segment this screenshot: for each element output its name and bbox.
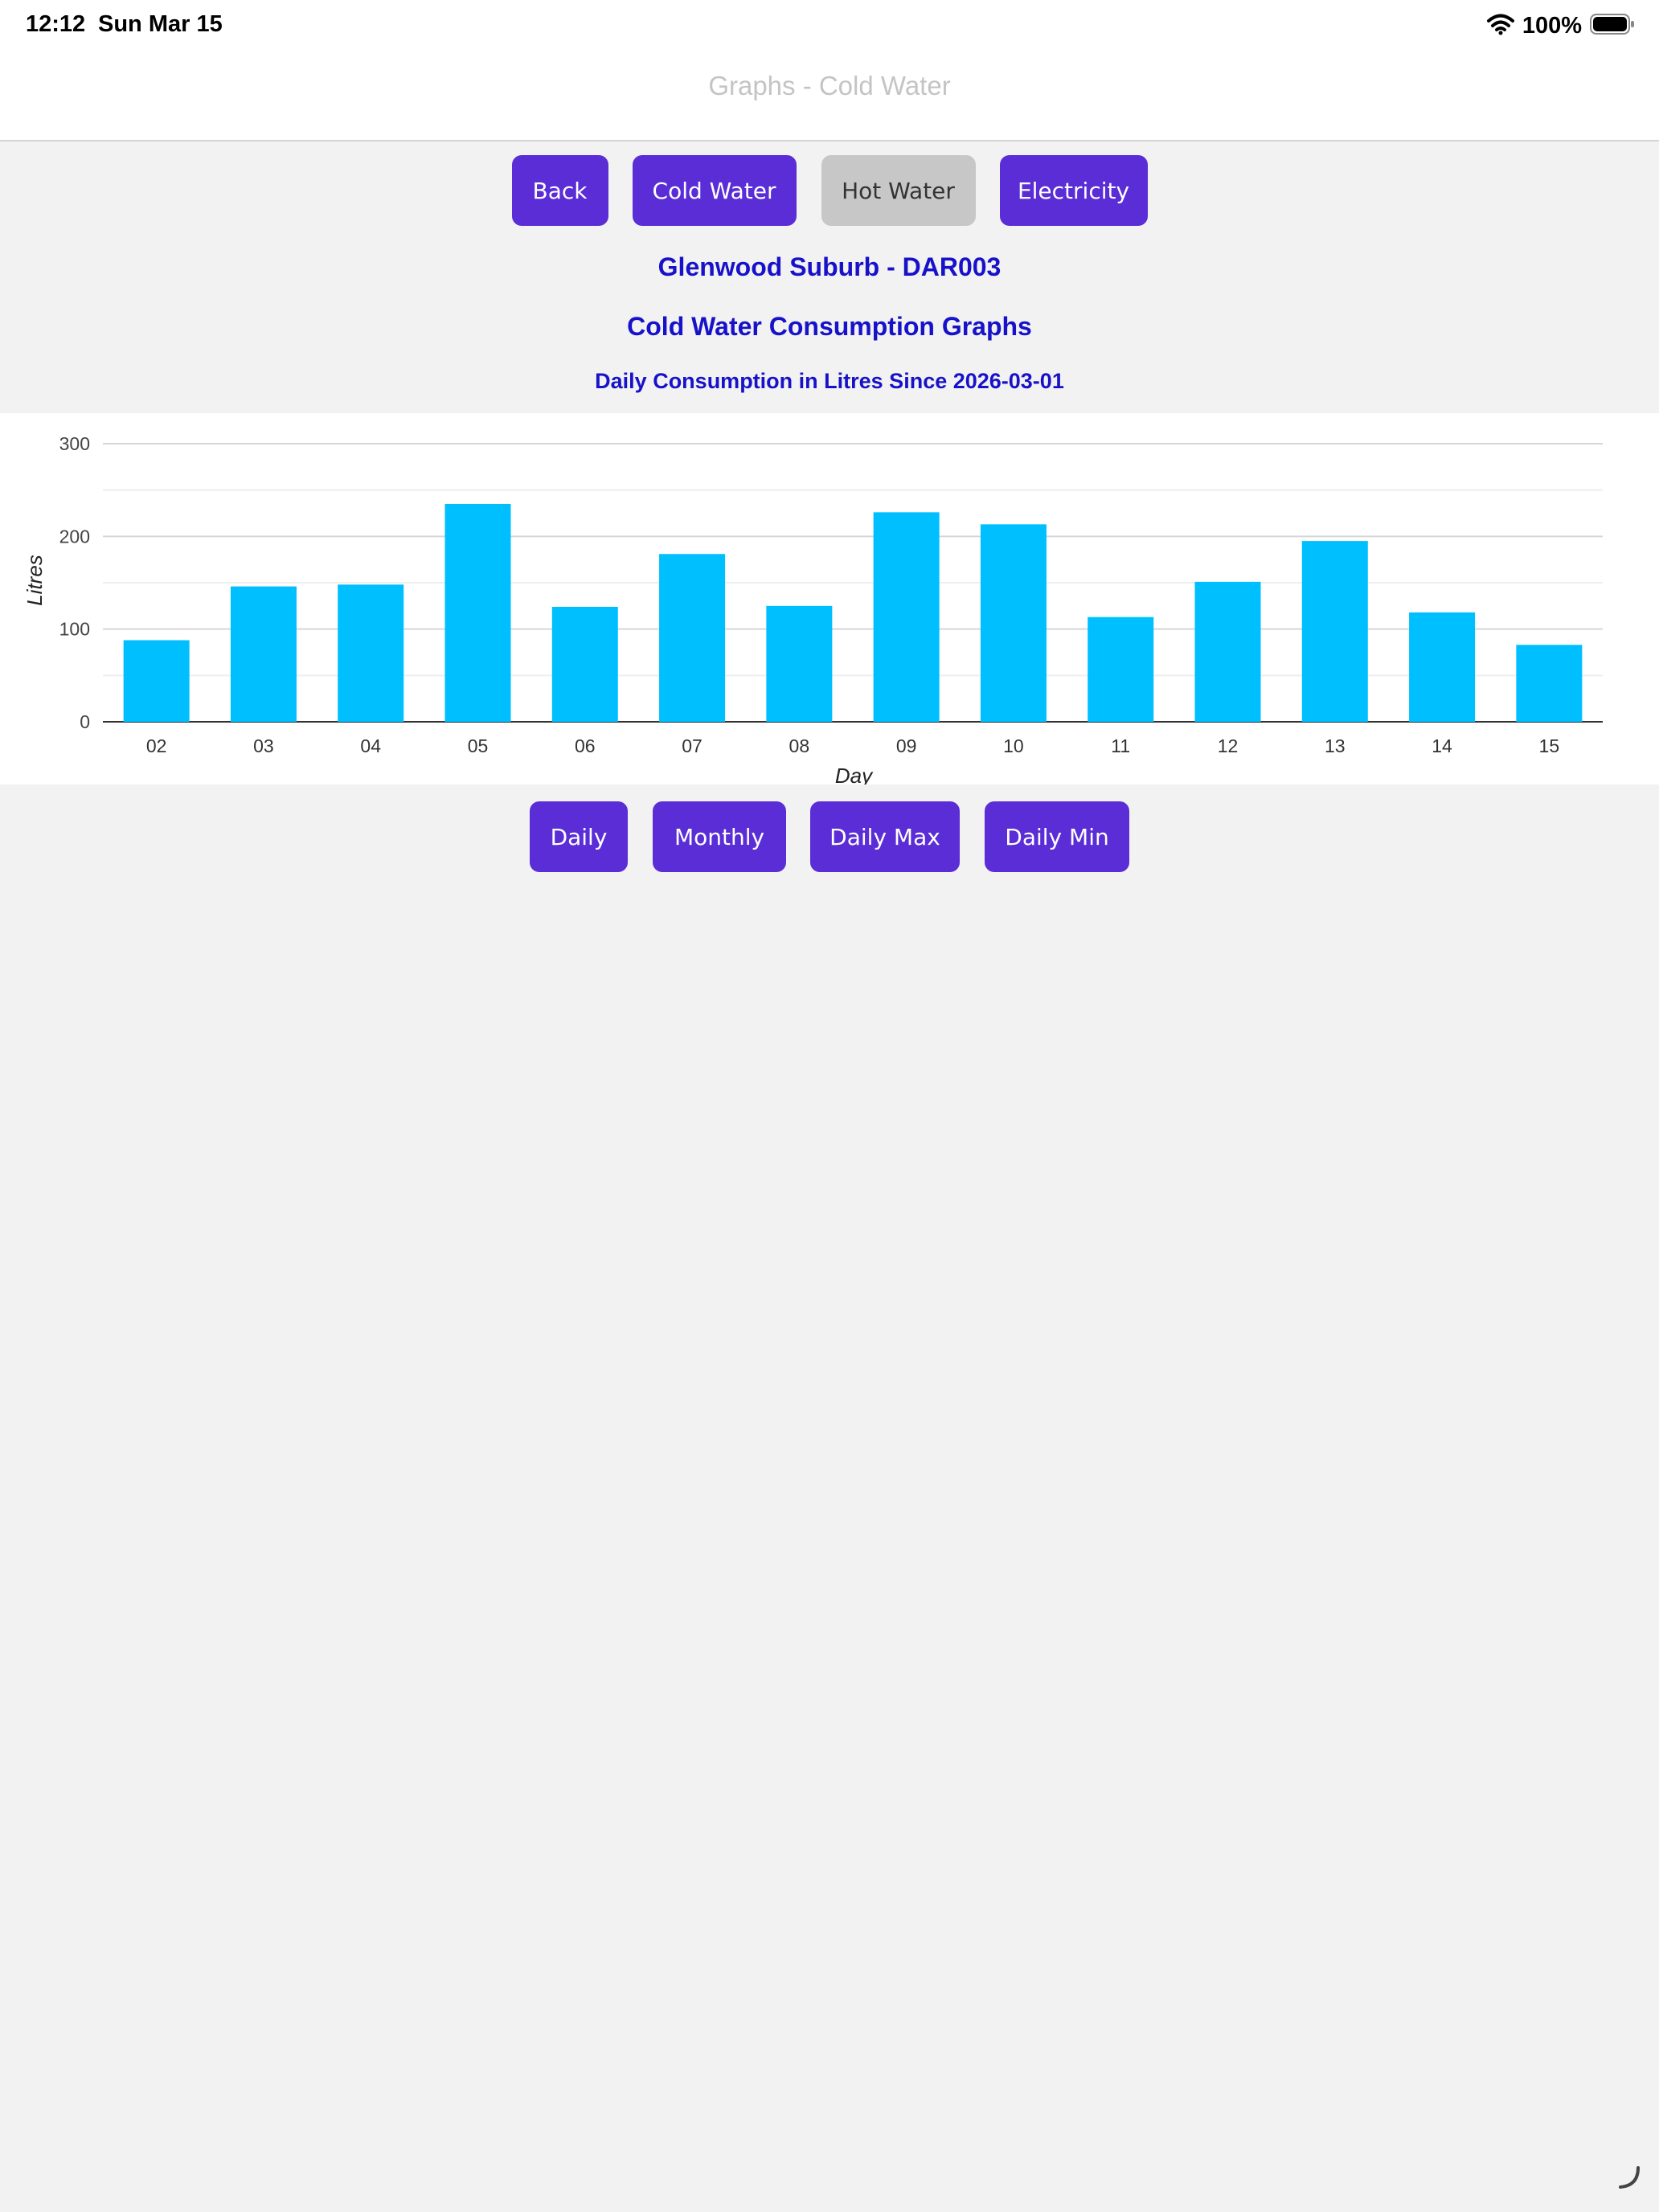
bar-day-13[interactable] xyxy=(1301,541,1368,722)
bar-day-05[interactable] xyxy=(444,503,511,722)
x-tick-label: 12 xyxy=(1218,735,1239,756)
bar-day-06[interactable] xyxy=(551,606,618,722)
y-tick-label: 200 xyxy=(59,526,90,547)
consumption-bar-chart: 0 100 200 300 02 03 04 05 06 07 08 09 10 11 12 13 14 15 L… xyxy=(23,433,1603,788)
utility-button-row: Back Cold Water Hot Water Electricity xyxy=(0,155,1659,226)
period-button-row: Daily Monthly Daily Max Daily Min xyxy=(0,801,1659,872)
y-tick-label: 100 xyxy=(59,619,90,640)
x-tick-label: 04 xyxy=(360,735,381,756)
bar-day-11[interactable] xyxy=(1088,616,1154,722)
x-tick-label: 03 xyxy=(253,735,274,756)
bar-day-09[interactable] xyxy=(873,512,940,722)
monthly-button[interactable]: Monthly xyxy=(653,801,786,872)
bar-day-04[interactable] xyxy=(338,584,404,722)
bar-day-08[interactable] xyxy=(766,605,833,722)
bar-day-07[interactable] xyxy=(659,554,726,722)
x-tick-label: 07 xyxy=(682,735,703,756)
x-tick-label: 13 xyxy=(1325,735,1346,756)
x-tick-label: 10 xyxy=(1003,735,1024,756)
bar-day-10[interactable] xyxy=(980,524,1047,722)
x-tick-label: 09 xyxy=(896,735,917,756)
chart-subtitle: Daily Consumption in Litres Since 2026-0… xyxy=(595,369,1064,393)
x-tick-label: 15 xyxy=(1539,735,1560,756)
status-bar: 12:12 Sun Mar 15 100% xyxy=(0,0,1659,51)
status-time: 12:12 xyxy=(26,11,86,37)
electricity-button[interactable]: Electricity xyxy=(999,155,1148,226)
x-tick-label: 14 xyxy=(1432,735,1452,756)
bar-day-02[interactable] xyxy=(123,640,190,722)
back-button[interactable]: Back xyxy=(511,155,608,226)
hot-water-button[interactable]: Hot Water xyxy=(821,155,976,226)
daily-min-button[interactable]: Daily Min xyxy=(985,801,1129,872)
status-date: Sun Mar 15 xyxy=(98,11,223,37)
daily-max-button[interactable]: Daily Max xyxy=(810,801,960,872)
page-title: Graphs - Cold Water xyxy=(708,71,951,100)
y-tick-label: 0 xyxy=(80,711,90,732)
daily-button[interactable]: Daily xyxy=(530,801,628,872)
x-axis-label: Day xyxy=(835,764,874,784)
bar-day-15[interactable] xyxy=(1516,645,1583,722)
chart-panel: 0 100 200 300 02 03 04 05 06 07 08 09 10 11 12 13 14 15 L… xyxy=(0,413,1659,788)
wifi-icon xyxy=(1486,13,1514,39)
x-tick-label: 06 xyxy=(575,735,596,756)
y-tick-label: 300 xyxy=(59,433,90,454)
battery-percentage: 100% xyxy=(1522,12,1582,39)
bar-day-14[interactable] xyxy=(1409,612,1476,722)
bar-day-03[interactable] xyxy=(230,586,297,722)
status-right: 100% xyxy=(1486,10,1635,42)
x-tick-label: 08 xyxy=(789,735,810,756)
resize-handle-icon xyxy=(1614,2163,1643,2196)
y-axis-label: Litres xyxy=(23,555,47,606)
battery-full-icon xyxy=(1590,13,1635,39)
x-tick-label: 02 xyxy=(146,735,167,756)
navigation-bar: Graphs - Cold Water xyxy=(0,51,1659,141)
graphs-heading: Cold Water Consumption Graphs xyxy=(627,312,1032,341)
bar-day-12[interactable] xyxy=(1194,581,1261,722)
site-heading: Glenwood Suburb - DAR003 xyxy=(657,252,1002,281)
x-tick-label: 05 xyxy=(468,735,489,756)
cold-water-button[interactable]: Cold Water xyxy=(632,155,797,226)
x-tick-label: 11 xyxy=(1111,735,1130,756)
